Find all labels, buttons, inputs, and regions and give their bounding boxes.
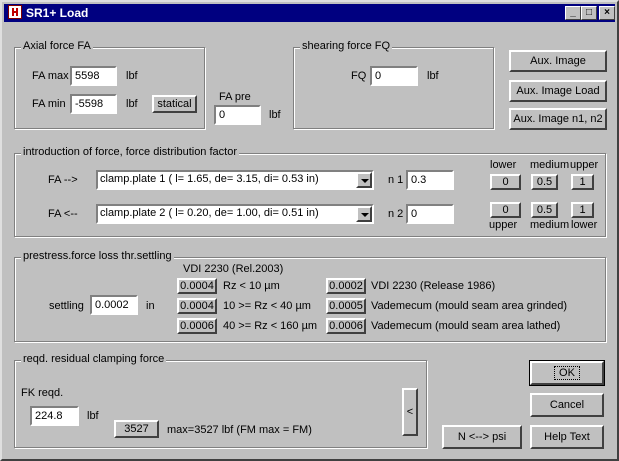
vdi-2003-label-3: 40 >= Rz < 160 µm <box>223 320 318 332</box>
vdi-1986-label: VDI 2230 (Release 1986) <box>371 280 496 292</box>
top-factor-button-0[interactable]: 0 <box>490 174 521 190</box>
axial-force-title: Axial force FA <box>21 40 93 52</box>
vademecum-grinded-label: Vademecum (mould seam area grinded) <box>371 300 568 312</box>
ok-button[interactable]: OK <box>529 360 605 386</box>
vdi-2003-button-2[interactable]: 0.0004 <box>177 298 217 314</box>
chevron-down-icon[interactable] <box>356 172 372 188</box>
fa-pre-label: FA pre <box>219 91 251 103</box>
top-label-medium: medium <box>530 159 570 171</box>
residual-clamping-title: reqd. residual clamping force <box>21 353 167 365</box>
shearing-force-group: shearing force FQ FQ 0 lbf <box>293 40 494 129</box>
window-title: SR1+ Load <box>26 6 89 20</box>
n2-field[interactable]: 0 <box>406 204 454 224</box>
settling-label: settling <box>49 300 84 312</box>
fq-label: FQ <box>351 70 367 82</box>
fm-max-text: max=3527 lbf (FM max = FM) <box>167 424 312 436</box>
vademecum-grinded-button[interactable]: 0.0005 <box>326 298 366 314</box>
vdi-2003-label-2: 10 >= Rz < 40 µm <box>223 300 311 312</box>
fm-max-button[interactable]: 3527 <box>114 420 159 438</box>
aux-image-button[interactable]: Aux. Image <box>509 50 607 72</box>
vdi-2003-button-3[interactable]: 0.0006 <box>177 318 217 334</box>
vademecum-lathed-label: Vademecum (mould seam area lathed) <box>371 320 561 332</box>
fq-unit: lbf <box>427 70 439 82</box>
clamp-plate-1-select[interactable]: clamp.plate 1 ( l= 1.65, de= 3.15, di= 0… <box>96 170 374 190</box>
settling-field[interactable]: 0.0002 <box>90 295 138 315</box>
top-factor-button-half[interactable]: 0.5 <box>531 174 558 190</box>
app-icon <box>8 5 22 19</box>
fk-reqd-unit: lbf <box>87 410 99 422</box>
vdi-2003-button-1[interactable]: 0.0004 <box>177 278 217 294</box>
fq-field[interactable]: 0 <box>370 66 418 86</box>
collapse-arrow-button[interactable]: < <box>402 388 418 436</box>
n2-label: n 2 <box>388 208 404 220</box>
ok-button-label: OK <box>554 366 580 380</box>
vdi-header: VDI 2230 (Rel.2003) <box>183 263 284 275</box>
bottom-label-upper: upper <box>489 219 518 231</box>
top-label-lower: lower <box>490 159 517 171</box>
fa-min-label: FA min <box>32 98 66 110</box>
sr1-load-window: SR1+ Load _ □ × Axial force FA FA max 55… <box>0 0 619 461</box>
shearing-force-title: shearing force FQ <box>300 40 393 52</box>
vdi-1986-button[interactable]: 0.0002 <box>326 278 366 294</box>
clamp-plate-1-value: clamp.plate 1 ( l= 1.65, de= 3.15, di= 0… <box>100 173 319 185</box>
fa-max-unit: lbf <box>126 70 138 82</box>
chevron-down-icon[interactable] <box>356 206 372 222</box>
prestress-title: prestress.force loss thr.settling <box>21 250 174 262</box>
minimize-button[interactable]: _ <box>565 6 581 20</box>
residual-clamping-group: reqd. residual clamping force FK reqd. 2… <box>14 353 427 448</box>
fa-pre-field[interactable]: 0 <box>214 105 261 125</box>
settling-unit: in <box>146 300 155 312</box>
fa-forward-label: FA --> <box>48 174 78 186</box>
n1-field[interactable]: 0.3 <box>406 170 454 190</box>
bottom-factor-button-half[interactable]: 0.5 <box>531 202 558 218</box>
axial-force-group: Axial force FA FA max 5598 lbf FA min -5… <box>14 40 205 129</box>
clamp-plate-2-select[interactable]: clamp.plate 2 ( l= 0.20, de= 1.00, di= 0… <box>96 204 374 224</box>
fa-backward-label: FA <-- <box>48 208 78 220</box>
aux-image-load-button[interactable]: Aux. Image Load <box>509 80 607 102</box>
title-bar: SR1+ Load _ □ × <box>4 4 615 22</box>
clamp-plate-2-value: clamp.plate 2 ( l= 0.20, de= 1.00, di= 0… <box>100 207 319 219</box>
bottom-label-medium: medium <box>530 219 570 231</box>
n1-label: n 1 <box>388 174 404 186</box>
fk-reqd-field[interactable]: 224.8 <box>30 406 79 426</box>
introduction-group: introduction of force, force distributio… <box>14 146 606 237</box>
fk-reqd-label: FK reqd. <box>21 387 64 399</box>
fa-min-unit: lbf <box>126 98 138 110</box>
fa-min-field[interactable]: -5598 <box>70 94 117 114</box>
fa-pre-unit: lbf <box>269 109 281 121</box>
bottom-factor-button-1[interactable]: 1 <box>571 202 594 218</box>
maximize-button[interactable]: □ <box>581 6 597 20</box>
introduction-title: introduction of force, force distributio… <box>21 146 239 158</box>
fa-max-label: FA max <box>32 70 69 82</box>
unit-toggle-button[interactable]: N <--> psi <box>442 425 522 449</box>
bottom-label-lower: lower <box>571 219 598 231</box>
top-label-upper: upper <box>570 159 599 171</box>
aux-image-n1n2-button[interactable]: Aux. Image n1, n2 <box>509 108 607 130</box>
close-button[interactable]: × <box>599 6 615 20</box>
help-text-button[interactable]: Help Text <box>530 425 604 449</box>
top-factor-button-1[interactable]: 1 <box>571 174 594 190</box>
vdi-2003-label-1: Rz < 10 µm <box>223 280 280 292</box>
statical-button[interactable]: statical <box>152 95 197 113</box>
fa-max-field[interactable]: 5598 <box>70 66 117 86</box>
cancel-button[interactable]: Cancel <box>530 393 604 417</box>
bottom-factor-button-0[interactable]: 0 <box>490 202 521 218</box>
prestress-group: prestress.force loss thr.settling VDI 22… <box>14 250 606 342</box>
vademecum-lathed-button[interactable]: 0.0006 <box>326 318 366 334</box>
